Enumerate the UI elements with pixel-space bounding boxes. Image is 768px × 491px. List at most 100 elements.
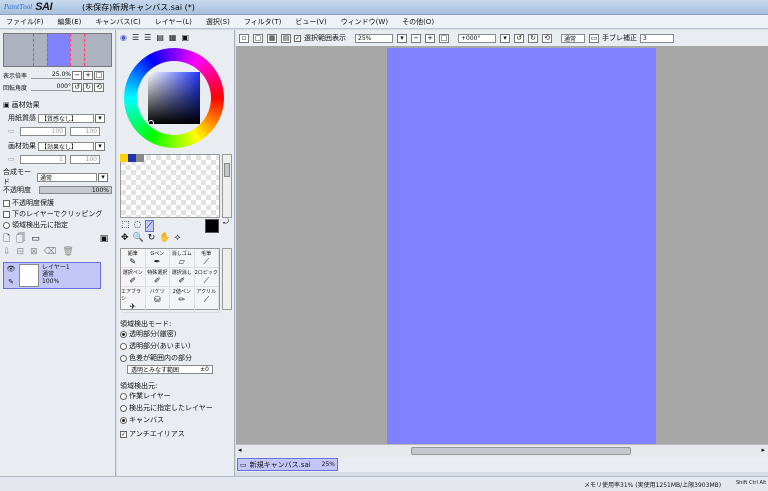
zoom-select[interactable]: 25% (355, 33, 393, 43)
flip-icon[interactable]: ▭ (589, 33, 599, 43)
tool-acrylic[interactable]: アクリル ⟋ (194, 287, 219, 313)
foreground-color[interactable] (205, 219, 219, 233)
menu-layer[interactable]: レイヤー(L) (155, 17, 192, 27)
color-wheel[interactable] (124, 48, 224, 148)
source-radio[interactable] (120, 404, 127, 412)
tolerance-slider[interactable]: 透明とみなす範囲 ±0 (127, 365, 213, 374)
antialias-row[interactable]: ✓ アンチエイリアス (120, 429, 185, 439)
eyedropper-icon[interactable]: ⟡ (175, 233, 181, 243)
color-wheel-tab-icon[interactable]: ◉ (120, 33, 127, 42)
delete-layer-icon[interactable]: 🗑 (62, 247, 73, 257)
tool-airbrush[interactable]: エアブラシ ✈ (121, 287, 146, 313)
clear-layer-icon[interactable]: ⌫ (44, 247, 57, 257)
color-sv-square[interactable] (148, 72, 200, 124)
rotate-left-icon[interactable]: ↺ (514, 33, 524, 43)
navigator-preview[interactable] (3, 33, 112, 67)
clip-checkbox[interactable] (3, 210, 10, 218)
tool-pen[interactable]: Gペン ✒ (145, 249, 170, 268)
hand-icon[interactable]: ✋ (159, 233, 170, 243)
new-layer-set-icon[interactable]: 🗍 (16, 231, 25, 247)
swatch-scrollbar[interactable] (222, 154, 232, 218)
chevron-down-icon[interactable]: ▾ (500, 33, 510, 43)
lasso-icon[interactable]: ◌ (134, 220, 142, 232)
merge-down-icon[interactable]: ⊟ (17, 247, 25, 257)
zoom-in-icon[interactable]: + (425, 33, 435, 43)
chevron-down-icon[interactable]: ▾ (98, 172, 108, 182)
menu-file[interactable]: ファイル(F) (6, 17, 44, 27)
scratchpad-tab-icon[interactable]: ▣ (181, 33, 189, 42)
source-radio[interactable] (120, 416, 127, 424)
mode-row-0[interactable]: 透明部分(厳密) (120, 329, 176, 339)
mode-radio[interactable] (120, 330, 127, 338)
zoom-value[interactable]: 25.0% (31, 71, 71, 79)
document-tab[interactable]: ▭ 新規キャンバス.sai 25% (237, 458, 338, 471)
zoom-reset-icon[interactable]: □ (439, 33, 449, 43)
zoom-icon[interactable]: 🔍 (133, 233, 144, 243)
sv-cursor[interactable] (148, 120, 154, 126)
tool-select-erase[interactable]: 選択消し ✐ (170, 268, 195, 287)
effect-strength[interactable]: 100 (70, 154, 100, 164)
show-selection-checkbox[interactable]: ✓ (294, 34, 301, 42)
effect-width[interactable]: 1 (20, 154, 66, 164)
menu-other[interactable]: その他(O) (402, 17, 434, 27)
rotate-icon[interactable]: ↻ (148, 233, 156, 243)
opt-clip-row[interactable]: 下のレイヤーでクリッピング (3, 209, 102, 219)
eye-icon[interactable]: 👁 (7, 265, 16, 273)
paper-strength[interactable]: 100 (70, 126, 100, 136)
selection-rect-icon[interactable]: ⬚ (121, 220, 130, 232)
source-row-0[interactable]: 作業レイヤー (120, 391, 171, 401)
tool-select-pen[interactable]: 選択ペン ✐ (121, 268, 146, 287)
tool-special-select[interactable]: 特殊選択 ✐ (145, 268, 170, 287)
layer-row[interactable]: 👁 ✎ レイヤー1 通常 100% (3, 262, 101, 289)
menu-canvas[interactable]: キャンバス(C) (95, 17, 140, 27)
crop-icon[interactable]: ▤ (281, 33, 291, 43)
gradation-tab-icon[interactable]: ▤ (156, 33, 164, 42)
rotate-reset-icon[interactable]: ⟲ (94, 82, 104, 92)
angle-select[interactable]: +000° (458, 33, 496, 43)
menu-edit[interactable]: 編集(E) (58, 17, 82, 27)
opacity-slider[interactable]: 100% (39, 186, 112, 194)
blend-select[interactable]: 通常 (561, 33, 585, 43)
scroll-right-icon[interactable]: ▸ (761, 446, 765, 454)
swatch[interactable] (120, 154, 128, 162)
scroll-thumb[interactable] (224, 163, 230, 177)
stabilizer-select[interactable]: 3 (640, 33, 674, 43)
mode-row-2[interactable]: 色差が範囲内の部分 (120, 353, 192, 363)
layer-menu-icon[interactable]: ▣ (100, 234, 109, 244)
new-layer-icon[interactable]: 🗋 (3, 231, 10, 247)
zoom-out-icon[interactable]: − (411, 33, 421, 43)
zoom-reset-icon[interactable]: □ (94, 70, 104, 80)
tool-pencil[interactable]: 鉛筆 ✎ (121, 249, 146, 268)
canvas-area[interactable] (236, 46, 768, 444)
zoom-out-icon[interactable]: − (72, 70, 82, 80)
angle-value[interactable]: 000° (31, 83, 71, 91)
texture-section-header[interactable]: ▣ 画材効果 (3, 100, 40, 110)
rotate-left-icon[interactable]: ↺ (72, 82, 82, 92)
source-radio[interactable] (120, 392, 127, 400)
brush-icon[interactable]: ✎ (8, 278, 14, 286)
horizontal-scrollbar[interactable]: ◂ ▸ (236, 444, 768, 457)
tool-bucket[interactable]: バケツ ⛁ (145, 287, 170, 313)
swatch-palette[interactable] (120, 154, 220, 218)
zoom-in-icon[interactable]: + (83, 70, 93, 80)
menu-filter[interactable]: フィルタ(T) (244, 17, 282, 27)
swap-colors-icon[interactable]: ⤾ (223, 218, 229, 227)
merge-visible-icon[interactable]: ⊠ (30, 247, 38, 257)
protect-checkbox[interactable] (3, 199, 10, 207)
swatch[interactable] (128, 154, 136, 162)
swatch-tab-icon[interactable]: ▦ (169, 33, 177, 42)
source-radio[interactable] (3, 221, 10, 229)
tool-picker[interactable]: 2ロピック ⟋ (194, 268, 219, 287)
menu-view[interactable]: ビュー(V) (295, 17, 326, 27)
scroll-left-icon[interactable]: ◂ (238, 446, 242, 454)
new-folder-icon[interactable]: ▭ (31, 234, 40, 244)
tool-grid-scrollbar[interactable] (222, 248, 232, 310)
deselect-icon[interactable]: ▫ (239, 33, 249, 43)
tool-brush[interactable]: 毛筆 ⟋ (194, 249, 219, 268)
blend-select[interactable]: 通常 (37, 172, 97, 182)
move-icon[interactable]: ✥ (121, 233, 129, 243)
tool-binary-pen[interactable]: 2値ペン ✏ (170, 287, 195, 313)
swatch[interactable] (136, 154, 144, 162)
invert-select-icon[interactable]: ▦ (267, 33, 277, 43)
mode-radio[interactable] (120, 342, 127, 350)
